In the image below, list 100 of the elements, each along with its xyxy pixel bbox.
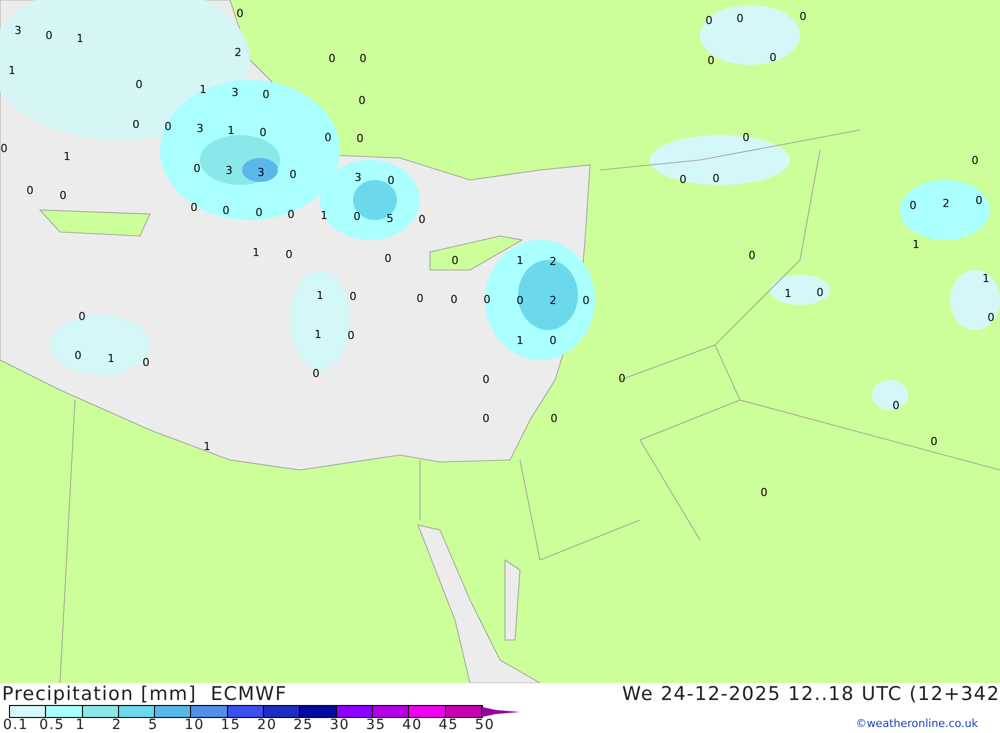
precipitation-value: 1: [516, 254, 524, 267]
precipitation-value: 0: [930, 435, 938, 448]
precipitation-value: 0: [976, 194, 982, 207]
precipitation-value: 0: [910, 199, 916, 212]
precipitation-value: 0: [360, 52, 366, 65]
precipitation-value: 0: [742, 131, 750, 144]
precipitation-value: 0: [78, 310, 86, 323]
scale-label: 2: [112, 718, 122, 733]
precipitation-value: 1: [8, 64, 16, 77]
precipitation-value: 0: [892, 399, 900, 412]
scale-label: 45: [438, 718, 458, 733]
precipitation-value: 3: [196, 122, 204, 135]
precipitation-value: 3: [226, 164, 232, 177]
precipitation-value: 0: [136, 78, 142, 91]
precipitation-value: 0: [712, 172, 720, 185]
legend-title: Precipitation [mm]: [2, 683, 197, 705]
scale-label: 40: [402, 718, 422, 733]
precipitation-value: 1: [316, 289, 324, 302]
scale-label: 0.5: [39, 718, 65, 733]
precipitation-value: 0: [418, 213, 426, 226]
precipitation-value: 1: [228, 124, 234, 137]
scale-label: 35: [366, 718, 386, 733]
precipitation-value: 0: [706, 14, 712, 27]
precipitation-value: 0: [26, 184, 34, 197]
precipitation-value: 2: [550, 294, 556, 307]
precipitation-value: 3: [258, 166, 264, 179]
scale-label: 5: [148, 718, 158, 733]
precipitation-value: 0: [482, 373, 490, 386]
precipitation-value: 0: [356, 132, 364, 145]
precipitation-value: 0: [388, 174, 394, 187]
precipitation-value: 1: [912, 238, 920, 251]
precipitation-value: 2: [942, 197, 950, 210]
precipitation-value: 0: [262, 88, 270, 101]
precipitation-value: 1: [200, 83, 206, 96]
precipitation-value: 0: [708, 54, 714, 67]
precipitation-value: 0: [358, 94, 366, 107]
model-name: ECMWF: [210, 683, 288, 705]
precipitation-value: 2: [550, 255, 556, 268]
precipitation-value: 0: [354, 210, 360, 223]
precipitation-value: 0: [350, 290, 356, 303]
precipitation-value: 0: [760, 486, 768, 499]
scale-label: 10: [184, 718, 204, 733]
precipitation-value: 0: [222, 204, 230, 217]
scale-label: 15: [220, 718, 241, 733]
precipitation-value: 0: [988, 311, 994, 324]
precipitation-value: 0: [384, 252, 392, 265]
precipitation-value: 0: [142, 356, 150, 369]
precipitation-value: 0: [236, 7, 244, 20]
precipitation-value: 3: [354, 171, 362, 184]
precipitation-value: 1: [784, 287, 792, 300]
scale-label: 20: [257, 718, 277, 733]
scale-label: 30: [330, 718, 350, 733]
precipitation-value: 0: [800, 10, 806, 23]
precipitation-value: 0: [46, 29, 52, 42]
precipitation-value: 0: [286, 248, 292, 261]
precipitation-value: 3: [14, 24, 22, 37]
precipitation-value: 0: [290, 168, 296, 181]
precipitation-value: 0: [452, 254, 458, 267]
precipitation-value: 1: [314, 328, 322, 341]
precipitation-value: 1: [320, 209, 328, 222]
precipitation-value: 1: [252, 246, 260, 259]
precipitation-value: 0: [348, 329, 354, 342]
precipitation-value: 0: [550, 412, 558, 425]
precipitation-value: 0: [680, 173, 686, 186]
precipitation-value: 0: [324, 131, 332, 144]
scale-label: 50: [474, 718, 495, 733]
precipitation-value: 0: [550, 334, 556, 347]
precipitation-value: 1: [76, 32, 84, 45]
precipitation-value: 0: [60, 189, 66, 202]
precipitation-value: 1: [516, 334, 524, 347]
precipitation-value: 0: [288, 208, 294, 221]
precipitation-value: 0: [190, 201, 198, 214]
precipitation-value: 0: [516, 294, 524, 307]
precipitation-value: 0: [416, 292, 424, 305]
precipitation-value: 0: [328, 52, 336, 65]
precipitation-value: 3: [232, 86, 238, 99]
precipitation-value: 0: [450, 293, 458, 306]
scale-arrow-icon: [482, 707, 520, 717]
precipitation-value: 0: [770, 51, 776, 64]
precipitation-value: 0: [736, 12, 744, 25]
precipitation-value: 0: [484, 293, 490, 306]
precipitation-value: 1: [108, 352, 114, 365]
precipitation-value: 5: [386, 212, 394, 225]
precipitation-value: 0: [816, 286, 824, 299]
precipitation-value: 0: [164, 120, 172, 133]
precipitation-value: 0: [972, 154, 978, 167]
precipitation-value: 0: [194, 162, 200, 175]
precipitation-value: 0: [0, 142, 8, 155]
scale-label: 0.1: [3, 718, 28, 733]
valid-time: We 24-12-2025 12..18 UTC (12+342: [622, 683, 1000, 705]
precipitation-value: 0: [748, 249, 756, 262]
precipitation-value: 1: [204, 440, 210, 453]
precipitation-value: 0: [312, 367, 320, 380]
precipitation-value: 2: [234, 46, 242, 59]
precipitation-value: 0: [582, 294, 590, 307]
precipitation-value: 0: [482, 412, 490, 425]
precipitation-value: 0: [260, 126, 266, 139]
precipitation-value: 0: [74, 349, 82, 362]
precipitation-value: 0: [256, 206, 262, 219]
credit-text: ©weatheronline.co.uk: [856, 717, 978, 731]
